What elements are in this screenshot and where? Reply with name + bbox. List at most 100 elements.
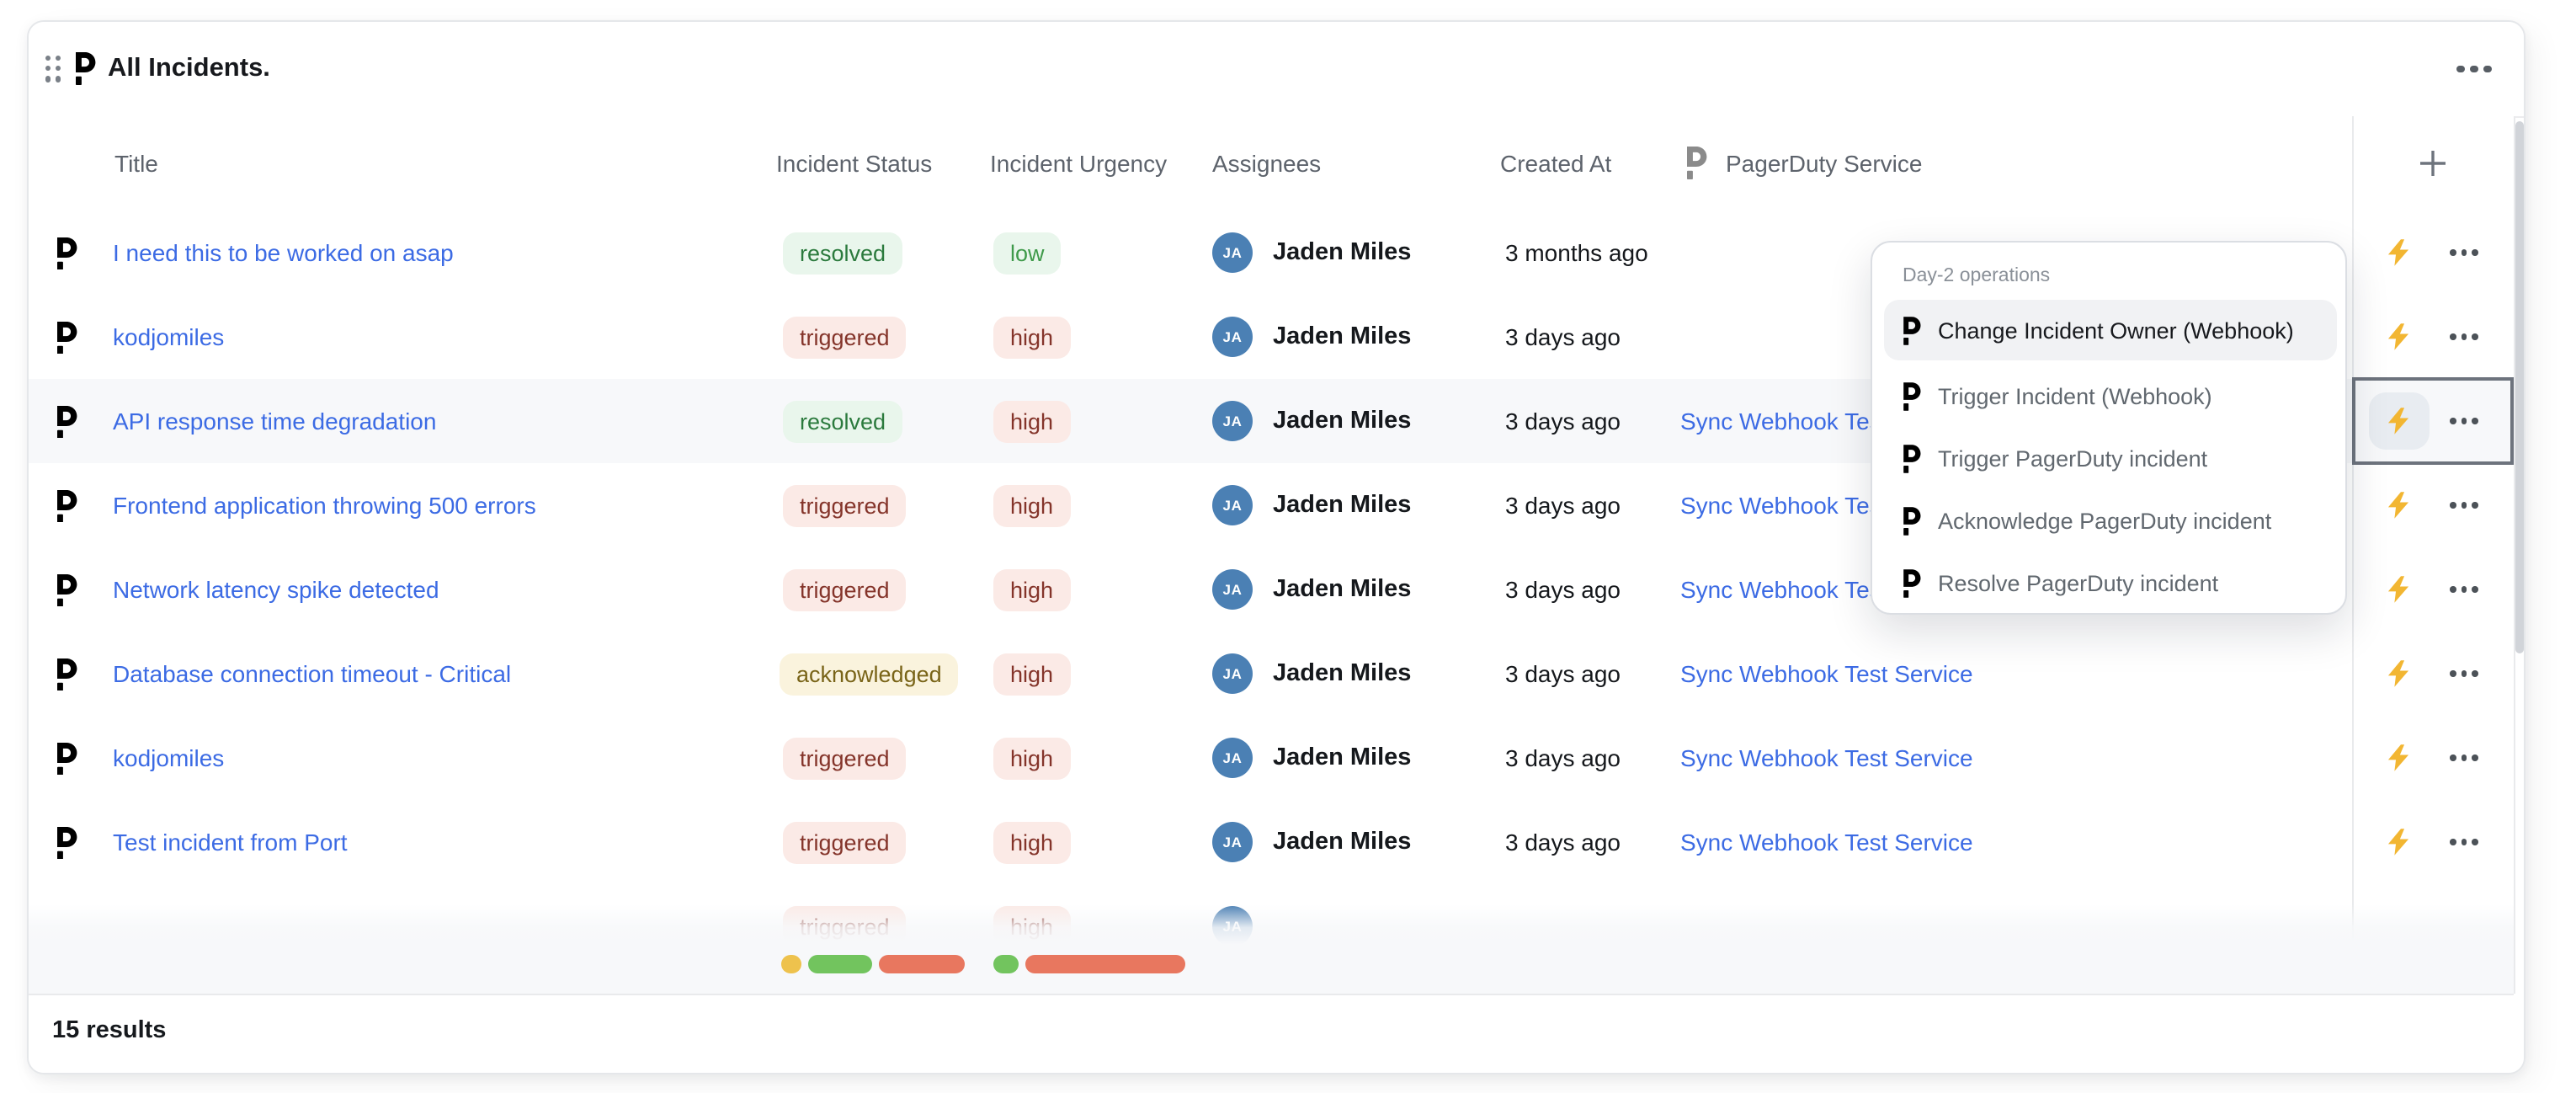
- table-row[interactable]: Database connection timeout - Critical a…: [29, 632, 2514, 717]
- lightning-icon[interactable]: [2387, 323, 2409, 350]
- column-header-service[interactable]: PagerDuty Service: [1726, 116, 1922, 211]
- assignee-name: Jaden Miles: [1273, 463, 1411, 547]
- pagerduty-icon: [1884, 506, 1921, 535]
- pagerduty-logo-icon: [71, 52, 96, 85]
- selected-action-cell[interactable]: [2352, 377, 2514, 465]
- column-header-title[interactable]: Title: [114, 116, 158, 211]
- incident-title-link[interactable]: Test incident from Port: [113, 800, 348, 884]
- table-row[interactable]: kodjomiles triggered high JA Jaden Miles…: [29, 716, 2514, 802]
- pagerduty-service-link[interactable]: Sync Webhook Test Service: [1680, 800, 1973, 884]
- menu-item-trigger-incident[interactable]: Trigger Incident (Webhook): [1884, 365, 2337, 426]
- urgency-badge: high: [993, 737, 1070, 779]
- assignee-name: Jaden Miles: [1273, 800, 1411, 884]
- pagerduty-icon: [1884, 444, 1921, 472]
- lightning-icon[interactable]: [2387, 744, 2409, 771]
- table-fade-band: [29, 904, 2514, 995]
- avatar: JA: [1212, 738, 1253, 778]
- created-at: 3 days ago: [1505, 295, 1621, 379]
- column-header-created[interactable]: Created At: [1500, 116, 1611, 211]
- results-count: 15 results: [52, 994, 166, 1068]
- all-incidents-widget: All Incidents. Title Incident Status Inc…: [27, 20, 2525, 1074]
- menu-item-change-incident-owner[interactable]: Change Incident Owner (Webhook): [1884, 300, 2337, 360]
- lightning-icon[interactable]: [2387, 492, 2409, 519]
- row-actions-ellipsis[interactable]: [2450, 418, 2478, 424]
- menu-section-header: Day-2 operations: [1903, 258, 2050, 295]
- lightning-icon[interactable]: [2387, 660, 2409, 687]
- widget-title-bar: All Incidents.: [29, 22, 2524, 118]
- assignee-name: Jaden Miles: [1273, 295, 1411, 379]
- row-actions-ellipsis[interactable]: [2450, 839, 2478, 845]
- created-at: 3 days ago: [1505, 632, 1621, 716]
- avatar: JA: [1212, 232, 1253, 273]
- avatar: JA: [1212, 822, 1253, 862]
- created-at: 3 months ago: [1505, 211, 1648, 295]
- created-at: 3 days ago: [1505, 379, 1621, 463]
- row-actions-ellipsis[interactable]: [2450, 670, 2478, 677]
- menu-item-trigger-pagerduty-incident[interactable]: Trigger PagerDuty incident: [1884, 428, 2337, 488]
- incident-title-link[interactable]: Database connection timeout - Critical: [113, 632, 511, 716]
- created-at: 3 days ago: [1505, 800, 1621, 884]
- urgency-badge: high: [993, 484, 1070, 526]
- pagerduty-icon: [52, 658, 77, 690]
- assignee-name: Jaden Miles: [1273, 547, 1411, 632]
- status-badge: triggered: [783, 821, 907, 863]
- menu-item-resolve-pagerduty-incident[interactable]: Resolve PagerDuty incident: [1884, 552, 2337, 613]
- screen: All Incidents. Title Incident Status Inc…: [0, 0, 2576, 1093]
- column-header-urgency[interactable]: Incident Urgency: [990, 116, 1167, 211]
- pagerduty-icon: [52, 321, 77, 354]
- row-actions-ellipsis[interactable]: [2450, 502, 2478, 509]
- pagerduty-icon: [52, 405, 77, 438]
- lightning-icon[interactable]: [2387, 829, 2409, 856]
- pagerduty-icon: [1884, 568, 1921, 597]
- pagerduty-icon: [52, 237, 77, 269]
- status-badge: acknowledged: [780, 653, 959, 695]
- status-badge: triggered: [783, 316, 907, 358]
- urgency-badge: high: [993, 400, 1070, 442]
- widget-title: All Incidents.: [108, 22, 270, 116]
- summary-pill: [993, 955, 1019, 973]
- menu-item-acknowledge-pagerduty-incident[interactable]: Acknowledge PagerDuty incident: [1884, 490, 2337, 551]
- vertical-scrollbar[interactable]: [2515, 121, 2523, 653]
- table-footer: 15 results: [29, 994, 2524, 1073]
- incident-title-link[interactable]: API response time degradation: [113, 379, 436, 463]
- lightning-icon[interactable]: [2387, 239, 2409, 266]
- urgency-badge: high: [993, 653, 1070, 695]
- pagerduty-icon: [1884, 316, 1921, 344]
- pagerduty-icon: [1682, 147, 1707, 179]
- pagerduty-icon: [52, 573, 77, 606]
- urgency-badge: high: [993, 821, 1070, 863]
- row-actions-ellipsis[interactable]: [2450, 586, 2478, 593]
- avatar: JA: [1212, 653, 1253, 694]
- created-at: 3 days ago: [1505, 463, 1621, 547]
- status-badge: resolved: [783, 400, 902, 442]
- urgency-badge: high: [993, 568, 1070, 610]
- assignee-name: Jaden Miles: [1273, 716, 1411, 800]
- created-at: 3 days ago: [1505, 547, 1621, 632]
- pagerduty-service-link[interactable]: Sync Webhook Test Service: [1680, 716, 1973, 800]
- pagerduty-service-link[interactable]: Sync Webhook Test Service: [1680, 632, 1973, 716]
- pagerduty-icon: [1884, 381, 1921, 410]
- pagerduty-icon: [52, 489, 77, 522]
- incident-title-link[interactable]: kodjomiles: [113, 295, 224, 379]
- lightning-icon[interactable]: [2387, 576, 2409, 603]
- incident-title-link[interactable]: Frontend application throwing 500 errors: [113, 463, 536, 547]
- row-actions-ellipsis[interactable]: [2450, 754, 2478, 761]
- avatar: JA: [1212, 569, 1253, 610]
- status-badge: triggered: [783, 484, 907, 526]
- summary-pills: [29, 904, 2514, 994]
- incident-title-link[interactable]: Network latency spike detected: [113, 547, 439, 632]
- row-actions-ellipsis[interactable]: [2450, 333, 2478, 340]
- actions-column-divider: [2352, 116, 2354, 994]
- day2-operations-menu: Day-2 operations Change Incident Owner (…: [1871, 241, 2347, 615]
- add-column-button[interactable]: [2414, 145, 2451, 182]
- column-header-status[interactable]: Incident Status: [776, 116, 932, 211]
- incident-title-link[interactable]: kodjomiles: [113, 716, 224, 800]
- assignee-name: Jaden Miles: [1273, 379, 1411, 463]
- widget-menu-button[interactable]: [2456, 22, 2491, 116]
- lightning-icon[interactable]: [2387, 408, 2409, 435]
- table-row[interactable]: Test incident from Port triggered high J…: [29, 800, 2514, 886]
- incident-title-link[interactable]: I need this to be worked on asap: [113, 211, 454, 295]
- row-actions-ellipsis[interactable]: [2450, 249, 2478, 256]
- drag-handle-icon[interactable]: [45, 56, 61, 82]
- column-header-assignees[interactable]: Assignees: [1212, 116, 1321, 211]
